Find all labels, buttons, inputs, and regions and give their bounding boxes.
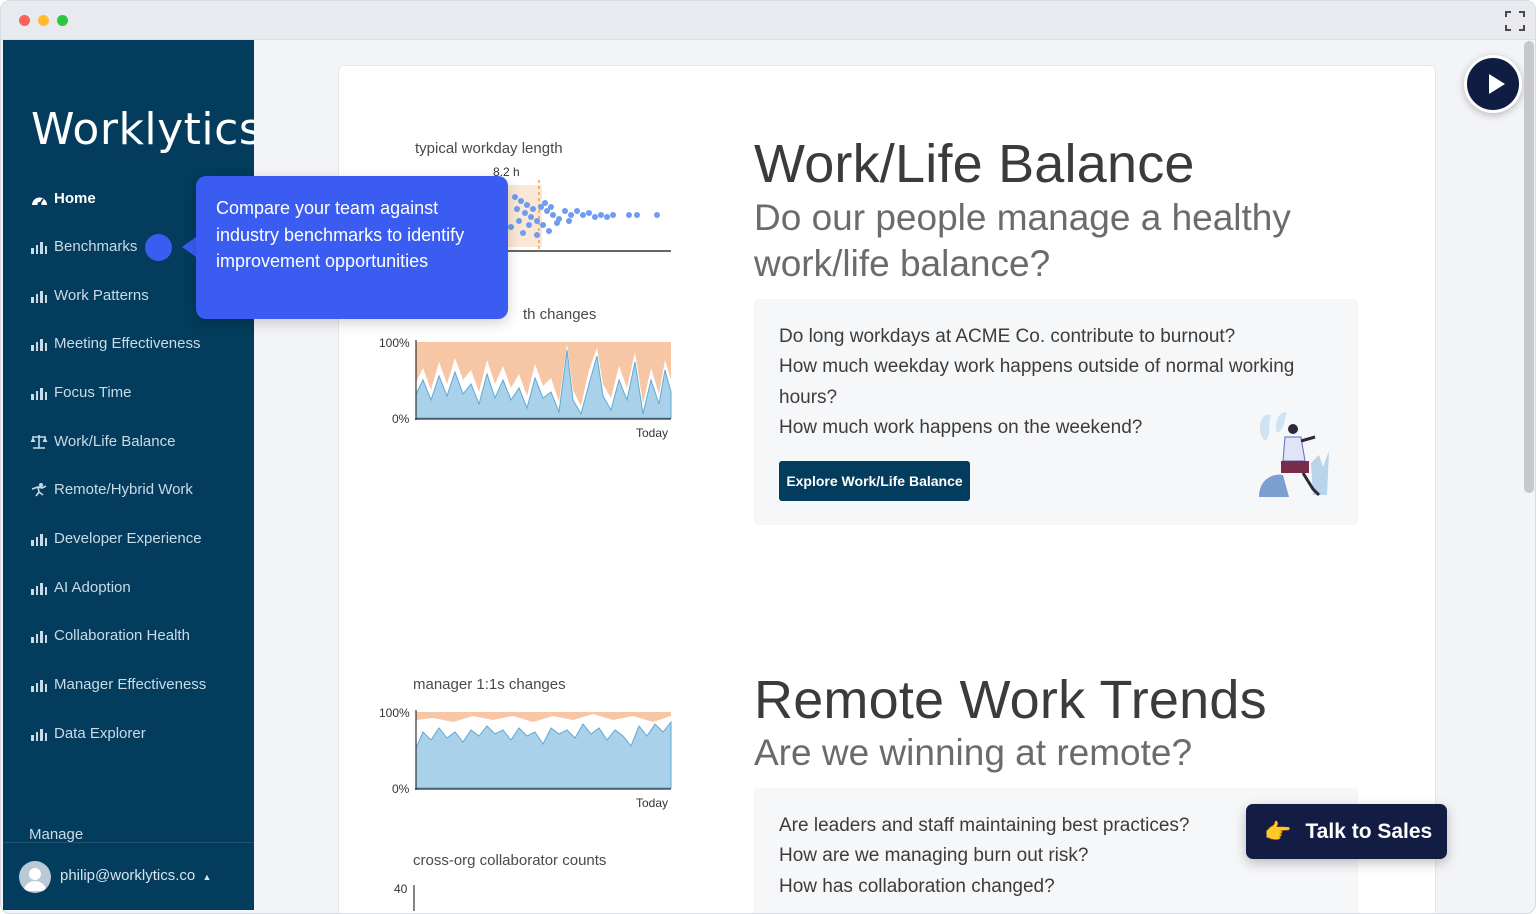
manager-changes-chart	[415, 710, 672, 790]
chart-label-workday-changes: th changes	[523, 306, 597, 323]
sidebar-item-label: Remote/Hybrid Work	[54, 480, 193, 498]
browser-window: Worklytics Home Benchmarks Work Patterns…	[0, 0, 1536, 914]
manager-changes-x-end: Today	[636, 796, 669, 810]
section-title-work-life-balance: Work/Life Balance	[754, 134, 1195, 194]
vertical-scrollbar[interactable]	[1524, 41, 1534, 493]
sidebar-item-work-life-balance[interactable]: Work/Life Balance	[29, 429, 175, 453]
sidebar: Worklytics Home Benchmarks Work Patterns…	[3, 40, 262, 910]
sidebar-item-label: Benchmarks	[54, 237, 138, 255]
avatar	[19, 861, 51, 893]
sidebar-item-label: AI Adoption	[54, 578, 131, 596]
benchmarks-tooltip[interactable]: Compare your team against industry bench…	[196, 176, 508, 319]
bar-chart-icon	[29, 725, 49, 741]
bar-chart-icon	[29, 335, 49, 351]
benchmark-highlight-dot[interactable]	[145, 234, 172, 261]
work-life-question: How much weekday work happens outside of…	[779, 356, 1295, 408]
sidebar-item-label: Work/Life Balance	[54, 432, 176, 450]
sidebar-item-ai-adoption[interactable]: AI Adoption	[29, 575, 131, 599]
workday-changes-y-bottom: 0%	[392, 412, 410, 426]
tooltip-arrow	[182, 237, 196, 257]
window-titlebar	[1, 1, 1535, 40]
bar-chart-icon	[29, 676, 49, 692]
remote-question: Are leaders and staff maintaining best p…	[779, 815, 1190, 836]
sidebar-item-benchmarks[interactable]: Benchmarks	[29, 234, 137, 258]
sidebar-item-meeting-effectiveness[interactable]: Meeting Effectiveness	[29, 331, 200, 355]
talk-to-sales-button[interactable]: 👉 Talk to Sales	[1246, 804, 1447, 859]
sidebar-item-label: Meeting Effectiveness	[54, 334, 201, 352]
manage-section-label: Manage	[29, 826, 84, 843]
remote-question: How are we managing burn out risk?	[779, 845, 1089, 866]
sidebar-item-focus-time[interactable]: Focus Time	[29, 380, 132, 404]
section-title-remote-work-trends: Remote Work Trends	[754, 670, 1267, 730]
manager-changes-y-bottom: 0%	[392, 782, 410, 796]
sidebar-item-label: Home	[54, 189, 96, 207]
bar-chart-icon	[29, 384, 49, 400]
sidebar-item-home[interactable]: Home	[29, 186, 96, 210]
sidebar-item-manager-effectiveness[interactable]: Manager Effectiveness	[29, 672, 206, 696]
cross-org-chart	[413, 885, 415, 911]
sidebar-item-work-patterns[interactable]: Work Patterns	[29, 283, 149, 307]
sidebar-item-label: Data Explorer	[54, 724, 146, 742]
workday-length-chart	[506, 180, 671, 252]
sidebar-item-label: Manager Effectiveness	[54, 675, 207, 693]
bar-chart-icon	[29, 579, 49, 595]
sidebar-item-label: Focus Time	[54, 383, 132, 401]
workday-changes-y-top: 100%	[379, 336, 410, 350]
worklytics-logo[interactable]: Worklytics	[31, 104, 262, 155]
maximize-window-button[interactable]	[57, 15, 68, 26]
chart-label-manager-changes: manager 1:1s changes	[413, 676, 566, 693]
play-video-button[interactable]	[1464, 55, 1522, 113]
remote-question: How has collaboration changed?	[779, 876, 1055, 897]
section-subtitle-work-life-balance: Do our people manage a healthy work/life…	[754, 197, 1291, 284]
minimize-window-button[interactable]	[38, 15, 49, 26]
bar-chart-icon	[29, 287, 49, 303]
dashboard-icon	[29, 190, 49, 206]
work-life-question: How much work happens on the weekend?	[779, 417, 1143, 438]
explore-work-life-balance-button[interactable]: Explore Work/Life Balance	[779, 461, 970, 501]
sidebar-item-developer-experience[interactable]: Developer Experience	[29, 526, 202, 550]
sidebar-item-label: Collaboration Health	[54, 626, 190, 644]
talk-to-sales-label: Talk to Sales	[1305, 819, 1433, 843]
sidebar-item-remote-hybrid-work[interactable]: Remote/Hybrid Work	[29, 477, 193, 501]
pointing-hand-icon: 👉	[1264, 818, 1292, 844]
workday-changes-chart	[415, 340, 672, 420]
person-illustration	[1259, 412, 1329, 497]
bar-chart-icon	[29, 238, 49, 254]
workday-changes-x-end: Today	[636, 426, 669, 440]
close-window-button[interactable]	[19, 15, 30, 26]
sidebar-item-data-explorer[interactable]: Data Explorer	[29, 721, 146, 745]
play-icon	[1489, 74, 1505, 94]
sidebar-item-collaboration-health[interactable]: Collaboration Health	[29, 623, 190, 647]
scale-icon	[29, 433, 49, 449]
bar-chart-icon	[29, 627, 49, 643]
caret-up-icon: ▲	[202, 872, 212, 882]
work-life-question: Do long workdays at ACME Co. contribute …	[779, 326, 1236, 347]
remote-icon	[29, 481, 49, 497]
chart-label-workday-length: typical workday length	[415, 140, 563, 157]
user-menu[interactable]: philip@worklytics.co ▲	[3, 842, 254, 910]
fullscreen-icon[interactable]	[1505, 11, 1525, 31]
cross-org-y-top: 40	[394, 882, 408, 896]
sidebar-item-label: Developer Experience	[54, 529, 202, 547]
user-email: philip@worklytics.co ▲	[60, 867, 212, 884]
bar-chart-icon	[29, 530, 49, 546]
sidebar-item-label: Work Patterns	[54, 286, 149, 304]
section-subtitle-remote-work-trends: Are we winning at remote?	[754, 732, 1193, 773]
manager-changes-y-top: 100%	[379, 706, 410, 720]
chart-label-cross-org: cross-org collaborator counts	[413, 852, 607, 869]
